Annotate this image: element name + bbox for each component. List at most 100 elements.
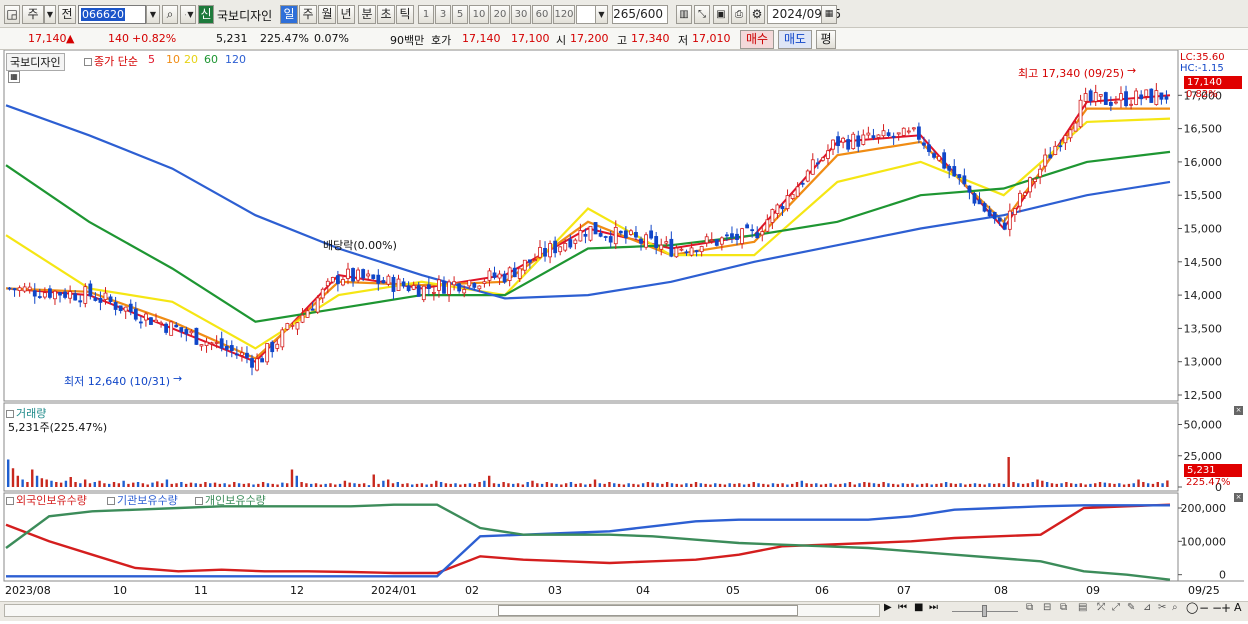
volume-toggle-icon[interactable] [6, 410, 14, 418]
volume-bar [997, 483, 1001, 487]
volume-bar [944, 482, 948, 487]
candle-body [578, 230, 583, 242]
volume-bar [949, 483, 953, 487]
split-icon[interactable]: ⊟ [1043, 602, 1051, 613]
interval-button[interactable]: 20 [490, 5, 510, 24]
sell-button[interactable]: 매도 [778, 30, 812, 49]
candle-body [1149, 88, 1154, 103]
avg-button[interactable]: 평 [816, 30, 836, 49]
copy-icon[interactable]: ⧉ [1060, 602, 1067, 613]
interval-button[interactable]: 120 [553, 5, 575, 24]
volume-bar [233, 482, 236, 487]
period-tab-year[interactable]: 년 [337, 5, 355, 24]
gear-icon[interactable]: ⚙ [749, 5, 765, 24]
panel-icon[interactable]: ▤ [1078, 602, 1087, 613]
candle-body [745, 224, 750, 229]
interval-button[interactable]: 3 [435, 5, 451, 24]
scroll-right-icon[interactable]: ▶ [884, 602, 892, 613]
volume-bar [560, 484, 563, 487]
volume-bar [1132, 483, 1135, 487]
individual-toggle-icon[interactable] [195, 497, 203, 505]
speaker-dropdown-icon[interactable]: ▼ [186, 5, 196, 24]
scroll-thumb[interactable] [498, 605, 798, 616]
volume-bar [180, 482, 183, 487]
new-badge[interactable]: 신 [198, 5, 214, 24]
price-panel-name[interactable]: 국보디자인 [6, 53, 65, 71]
cut-icon[interactable]: ✂ [1158, 602, 1166, 613]
stop-icon[interactable]: ■ [914, 602, 923, 613]
volume-bar [228, 484, 231, 487]
volume-bar [136, 482, 140, 487]
zoom-slider-handle[interactable] [982, 605, 987, 617]
rewind-icon[interactable]: ⏮ [898, 602, 907, 613]
stock-code-input[interactable]: 066620 [78, 5, 146, 24]
auto-scale-icon[interactable]: A [1234, 601, 1242, 614]
layout-icon[interactable]: ⧉ [1026, 602, 1033, 613]
candle-body [593, 222, 598, 235]
candle-body [138, 321, 143, 324]
chart-canvas[interactable]: 12,500 13,000 13,500 14,000 14,500 15,000 15,5… [0, 49, 1248, 621]
forward-icon[interactable]: ⏭ [929, 602, 938, 613]
period-tab-day[interactable]: 일 [280, 5, 298, 24]
interval-button[interactable]: 60 [532, 5, 552, 24]
trend-icon[interactable]: ⤢ [1112, 602, 1120, 613]
search-icon[interactable]: ⌕ [1172, 602, 1178, 613]
candle-body [437, 279, 441, 291]
candle-body [644, 234, 648, 248]
candle-type-icon[interactable]: ▥ [676, 5, 692, 24]
holding-close-icon[interactable]: × [1234, 493, 1243, 502]
chart-type-icon[interactable]: ◯ [1186, 601, 1198, 614]
draw-icon[interactable]: ✎ [1127, 602, 1135, 613]
volume-bar [526, 482, 529, 487]
period-tab-tick[interactable]: 틱 [396, 5, 414, 24]
zoom-in-icon[interactable]: + [1221, 601, 1231, 615]
period-tab-second[interactable]: 초 [377, 5, 395, 24]
measure-icon[interactable]: ⊿ [1143, 602, 1151, 613]
market-dropdown-icon[interactable]: ▼ [44, 5, 56, 24]
save-icon[interactable]: ▣ [713, 5, 729, 24]
volume-bar [637, 484, 640, 487]
period-tab-week[interactable]: 주 [299, 5, 317, 24]
volume-bar [257, 483, 260, 487]
buy-button[interactable]: 매수 [740, 30, 774, 49]
volume-bar [386, 479, 390, 487]
period-tab-minute[interactable]: 분 [358, 5, 376, 24]
volume-bar [882, 482, 885, 487]
interval-button[interactable]: 5 [452, 5, 468, 24]
panel-grid-icon[interactable]: ▦ [8, 71, 20, 83]
volume-bar [103, 483, 106, 487]
window-menu-icon[interactable]: ◲ [4, 5, 20, 24]
code-dropdown-icon[interactable]: ▼ [146, 5, 160, 24]
period-tab-month[interactable]: 월 [318, 5, 336, 24]
prefix-button[interactable]: 전 [58, 5, 76, 24]
volume-bar [593, 479, 597, 487]
count-field[interactable]: 265/600 [612, 5, 668, 24]
custom-interval-dropdown-icon[interactable]: ▼ [595, 5, 608, 24]
calendar-icon[interactable]: ▦ [821, 5, 837, 24]
foreign-toggle-icon[interactable] [6, 497, 14, 505]
institution-toggle-icon[interactable] [107, 497, 115, 505]
candle-body [1048, 154, 1053, 159]
candle-body [209, 342, 214, 345]
chart-area[interactable]: 12,500 13,000 13,500 14,000 14,500 15,000 15,5… [0, 49, 1248, 621]
volume-bar [930, 484, 933, 487]
volume-bar [935, 483, 938, 487]
interval-button[interactable]: 10 [469, 5, 489, 24]
volume-bar [829, 483, 832, 487]
candle-body [376, 274, 381, 284]
search-icon[interactable]: ⌕ [162, 5, 178, 24]
crosshair-icon[interactable]: ⤱ [1097, 602, 1105, 613]
interval-button[interactable]: 1 [418, 5, 434, 24]
print-icon[interactable]: ⎙ [731, 5, 747, 24]
zoom-out-icon[interactable]: − [1199, 601, 1209, 615]
volume-bar [88, 483, 92, 487]
volume-bar [439, 482, 443, 487]
tools-icon[interactable]: ⤡ [694, 5, 710, 24]
last-price-tag: 17,140 [1184, 76, 1242, 89]
market-select[interactable]: 주 [22, 5, 44, 24]
candle-body [184, 329, 189, 335]
candle-body [916, 126, 921, 140]
ma-toggle-icon[interactable] [84, 58, 92, 66]
volume-close-icon[interactable]: × [1234, 406, 1243, 415]
interval-button[interactable]: 30 [511, 5, 531, 24]
